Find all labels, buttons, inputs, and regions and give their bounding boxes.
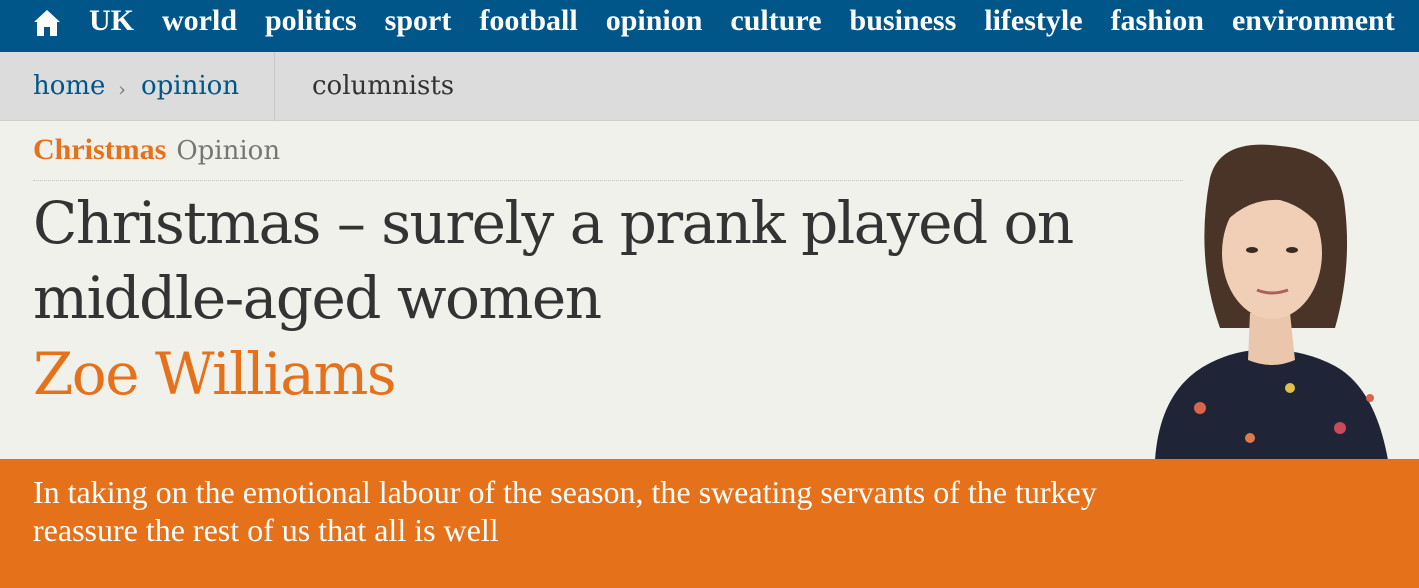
nav-item-football[interactable]: football — [479, 0, 577, 52]
nav-item-sport[interactable]: sport — [385, 0, 452, 52]
breadcrumb-home[interactable]: home — [33, 68, 105, 104]
breadcrumb: home › opinion columnists — [0, 52, 1419, 121]
columnist-portrait — [1155, 144, 1388, 460]
nav-item-opinion[interactable]: opinion — [606, 0, 703, 52]
home-icon[interactable] — [32, 8, 62, 38]
series-link[interactable]: Christmas — [33, 133, 166, 166]
top-nav: UK world politics sport football opinion… — [0, 0, 1419, 52]
nav-item-fashion[interactable]: fashion — [1111, 0, 1204, 52]
nav-item-lifestyle[interactable]: lifestyle — [984, 0, 1082, 52]
breadcrumb-divider — [274, 52, 275, 121]
headline: Christmas – surely a prank played on mid… — [33, 189, 1074, 332]
breadcrumb-separator: › — [118, 77, 126, 101]
nav-item-business[interactable]: business — [850, 0, 957, 52]
nav-item-politics[interactable]: politics — [265, 0, 357, 52]
byline-author[interactable]: Zoe Williams — [33, 337, 397, 412]
breadcrumb-columnists[interactable]: columnists — [312, 68, 454, 104]
nav-item-environment[interactable]: environment — [1232, 0, 1395, 52]
standfirst: In taking on the emotional labour of the… — [0, 459, 1419, 588]
nav-items: UK world politics sport football opinion… — [89, 0, 1419, 52]
nav-item-culture[interactable]: culture — [730, 0, 821, 52]
divider — [33, 180, 1183, 181]
tone-label: Opinion — [176, 136, 281, 166]
nav-item-uk[interactable]: UK — [89, 0, 134, 52]
article-kicker: Christmas Opinion — [33, 132, 280, 169]
nav-item-world[interactable]: world — [162, 0, 237, 52]
standfirst-text: In taking on the emotional labour of the… — [33, 474, 1097, 548]
breadcrumb-opinion[interactable]: opinion — [141, 68, 239, 104]
